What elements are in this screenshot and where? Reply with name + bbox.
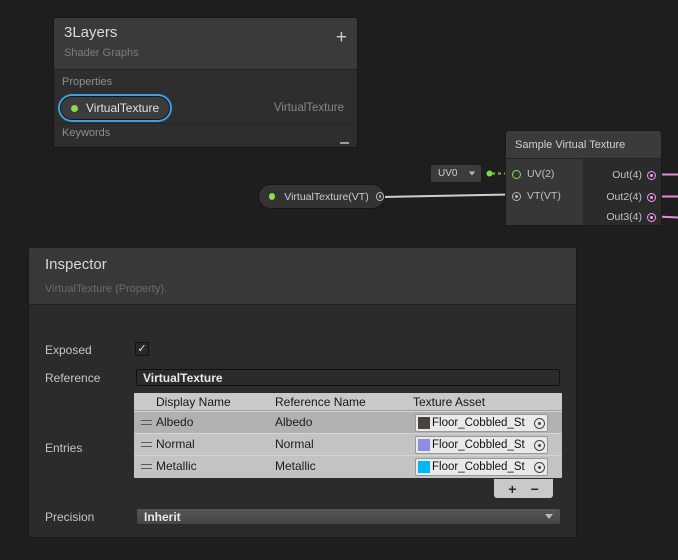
inspector-panel: Inspector VirtualTexture (Property). Exp…	[28, 247, 577, 538]
reference-input[interactable]	[136, 369, 560, 386]
graph-subtitle: Shader Graphs	[64, 47, 139, 59]
exposed-label: Exposed	[45, 343, 92, 357]
out1-port[interactable]	[647, 171, 656, 180]
remove-entry-button[interactable]: −	[531, 482, 539, 496]
uv-input-label: UV(2)	[527, 168, 554, 180]
texture-asset-field[interactable]: Floor_Cobbled_St	[415, 436, 548, 454]
exposed-dot-icon	[71, 105, 78, 112]
texture-asset-name: Floor_Cobbled_St	[432, 417, 534, 429]
graph-title: 3Layers	[64, 24, 117, 41]
property-node-output-port[interactable]	[376, 192, 384, 201]
resize-handle[interactable]	[340, 142, 349, 144]
texture-asset-name: Floor_Cobbled_St	[432, 439, 534, 451]
uv-channel-value: UV0	[438, 168, 457, 179]
precision-dropdown[interactable]: Inherit	[136, 508, 561, 525]
properties-section-label: Properties	[62, 76, 112, 88]
object-picker-icon[interactable]	[534, 462, 545, 473]
cell-display-name[interactable]: Albedo	[156, 415, 193, 429]
out3-port[interactable]	[647, 213, 656, 222]
cell-display-name[interactable]: Normal	[156, 437, 195, 451]
chevron-down-icon	[469, 172, 475, 176]
input-row-uv: UV(2)	[512, 166, 554, 182]
cell-display-name[interactable]: Metallic	[156, 459, 197, 473]
wire-virtualtexture-to-vt[interactable]	[380, 195, 512, 198]
uv-input-port[interactable]	[512, 170, 521, 179]
property-node-label: VirtualTexture(VT)	[284, 191, 368, 203]
entries-table: Display Name Reference Name Texture Asse…	[134, 393, 562, 478]
table-row-metallic[interactable]: Metallic Metallic Floor_Cobbled_St	[134, 455, 562, 477]
exposed-dot-icon	[269, 193, 275, 200]
texture-asset-name: Floor_Cobbled_St	[432, 461, 534, 473]
out3-label: Out3(4)	[606, 211, 642, 223]
sample-virtual-texture-node[interactable]: Sample Virtual Texture UV(2) VT(VT) Out(…	[505, 130, 662, 226]
texture-asset-field[interactable]: Floor_Cobbled_St	[415, 458, 548, 476]
chevron-down-icon	[545, 514, 553, 519]
property-pill-label: VirtualTexture	[86, 101, 159, 115]
property-pill-virtualtexture[interactable]: VirtualTexture	[61, 97, 169, 119]
table-row-albedo[interactable]: Albedo Albedo Floor_Cobbled_St	[134, 411, 562, 433]
vt-input-port[interactable]	[512, 192, 521, 201]
inspector-subtitle: VirtualTexture (Property).	[45, 283, 167, 295]
object-picker-icon[interactable]	[534, 418, 545, 429]
precision-value: Inherit	[144, 510, 181, 524]
drag-handle-icon[interactable]	[141, 420, 152, 425]
inspector-title: Inspector	[45, 256, 107, 273]
entries-table-header: Display Name Reference Name Texture Asse…	[134, 393, 562, 411]
entries-table-footer: + −	[494, 479, 553, 498]
output-row-out1: Out(4)	[612, 167, 656, 183]
out2-port[interactable]	[647, 193, 656, 202]
cell-reference-name[interactable]: Albedo	[275, 415, 312, 429]
vt-input-label: VT(VT)	[527, 190, 561, 202]
blackboard-panel[interactable]: 3Layers Shader Graphs + Properties Virtu…	[53, 17, 358, 148]
header-texture-asset: Texture Asset	[413, 395, 485, 409]
property-node-virtualtexture[interactable]: VirtualTexture(VT)	[258, 184, 385, 209]
drag-handle-icon[interactable]	[141, 464, 152, 469]
texture-asset-field[interactable]: Floor_Cobbled_St	[415, 414, 548, 432]
table-row-normal[interactable]: Normal Normal Floor_Cobbled_St	[134, 433, 562, 455]
texture-swatch	[418, 461, 430, 473]
node-outputs: Out(4) Out2(4) Out3(4)	[583, 159, 661, 225]
cell-reference-name[interactable]: Metallic	[275, 459, 316, 473]
texture-swatch	[418, 417, 430, 429]
node-inputs: UV(2) VT(VT)	[506, 159, 583, 225]
output-row-out2: Out2(4)	[606, 189, 656, 205]
check-icon: ✓	[137, 344, 146, 355]
out2-label: Out2(4)	[606, 191, 642, 203]
cell-reference-name[interactable]: Normal	[275, 437, 314, 451]
header-reference-name: Reference Name	[275, 395, 366, 409]
object-picker-icon[interactable]	[534, 440, 545, 451]
precision-label: Precision	[45, 510, 94, 524]
keywords-section-label: Keywords	[62, 127, 110, 139]
inspector-header: Inspector VirtualTexture (Property).	[29, 248, 576, 305]
reference-label: Reference	[45, 371, 100, 385]
blackboard-header: 3Layers Shader Graphs +	[54, 18, 357, 70]
output-row-out3: Out3(4)	[606, 209, 656, 225]
out1-label: Out(4)	[612, 169, 642, 181]
add-property-icon[interactable]: +	[336, 28, 347, 47]
node-body: UV(2) VT(VT) Out(4) Out2(4) Out3(4)	[506, 159, 661, 225]
uv-channel-dropdown[interactable]: UV0	[431, 165, 481, 182]
entries-label: Entries	[45, 441, 82, 455]
header-display-name: Display Name	[156, 395, 231, 409]
input-row-vt: VT(VT)	[512, 188, 561, 204]
keywords-divider	[54, 123, 357, 124]
exposed-checkbox[interactable]: ✓	[135, 342, 149, 356]
add-entry-button[interactable]: +	[508, 482, 516, 496]
uv-default-dot	[487, 171, 493, 177]
property-type-label: VirtualTexture	[274, 102, 344, 114]
node-title: Sample Virtual Texture	[506, 131, 661, 159]
drag-handle-icon[interactable]	[141, 442, 152, 447]
texture-swatch	[418, 439, 430, 451]
